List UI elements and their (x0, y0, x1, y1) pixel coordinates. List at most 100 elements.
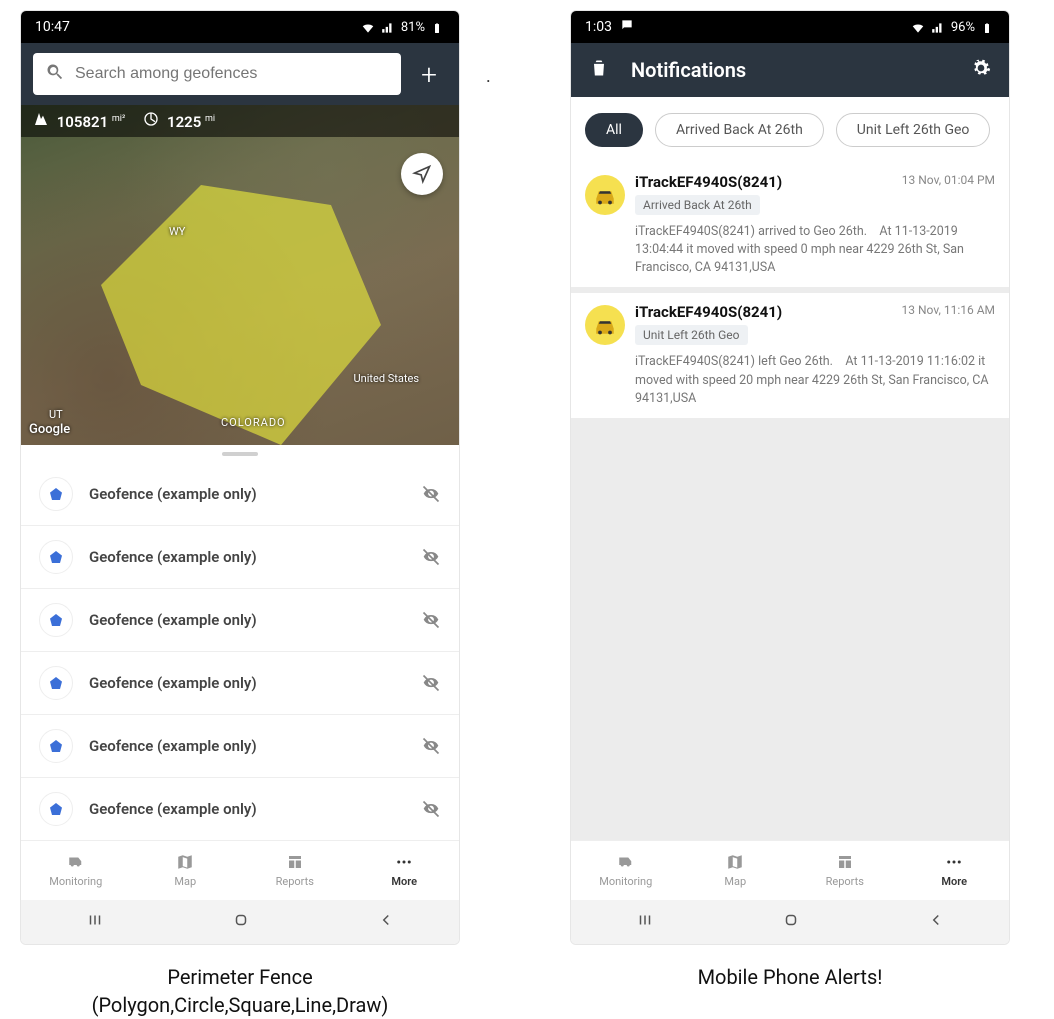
battery-text: 96% (951, 20, 975, 35)
notification-item[interactable]: iTrackEF4940S(8241) 13 Nov, 01:04 PM Arr… (571, 163, 1009, 287)
notification-body: iTrackEF4940S(8241) left Geo 26th. At 11… (585, 353, 995, 407)
home-button[interactable] (781, 911, 801, 933)
locate-me-button[interactable] (401, 153, 443, 195)
battery-icon (981, 21, 995, 33)
status-time: 1:03 (585, 19, 612, 35)
android-nav-bar (571, 900, 1009, 944)
nav-more[interactable]: More (900, 853, 1010, 888)
caption-left: Perimeter Fence (Polygon,Circle,Square,L… (20, 963, 460, 1019)
visibility-off-icon[interactable] (421, 673, 441, 693)
polygon-icon (39, 729, 73, 763)
geofence-row[interactable]: Geofence (example only) (21, 652, 459, 715)
status-right: 96% (911, 20, 995, 35)
status-bar: 1:03 96% (571, 11, 1009, 43)
map-label-ut: UT (49, 408, 63, 421)
nav-reports[interactable]: Reports (240, 853, 350, 888)
recent-apps-button[interactable] (634, 911, 656, 933)
map-label-us: United States (354, 372, 419, 385)
back-button[interactable] (376, 911, 396, 933)
nav-map[interactable]: Map (681, 853, 791, 888)
bottom-nav: Monitoring Map Reports More (571, 840, 1009, 900)
perimeter-icon (143, 111, 159, 127)
geofence-name: Geofence (example only) (89, 674, 405, 692)
polygon-icon (39, 666, 73, 700)
settings-button[interactable] (971, 58, 991, 82)
geofence-row[interactable]: Geofence (example only) (21, 526, 459, 589)
notification-list[interactable]: iTrackEF4940S(8241) 13 Nov, 01:04 PM Arr… (571, 163, 1009, 840)
phone-geofence: 10:47 81% + (20, 10, 460, 945)
geofence-name: Geofence (example only) (89, 800, 405, 818)
nav-more[interactable]: More (350, 853, 460, 888)
recent-apps-button[interactable] (84, 911, 106, 933)
geofence-row[interactable]: Geofence (example only) (21, 463, 459, 526)
notification-tag: Arrived Back At 26th (635, 195, 760, 215)
perimeter-stat: 1225 mi (143, 111, 215, 131)
notification-body: iTrackEF4940S(8241) arrived to Geo 26th.… (585, 223, 995, 277)
visibility-off-icon[interactable] (421, 799, 441, 819)
notification-tag: Unit Left 26th Geo (635, 325, 748, 345)
geofence-row[interactable]: Geofence (example only) (21, 589, 459, 652)
vehicle-icon (585, 305, 625, 345)
page-title: Notifications (631, 58, 949, 82)
search-icon (45, 62, 65, 86)
nav-reports[interactable]: Reports (790, 853, 900, 888)
map-icon (175, 853, 195, 871)
nav-map[interactable]: Map (131, 853, 241, 888)
more-icon (944, 853, 964, 871)
chip-arrived[interactable]: Arrived Back At 26th (655, 113, 824, 147)
filter-chips: All Arrived Back At 26th Unit Left 26th … (571, 97, 1009, 163)
chip-all[interactable]: All (585, 113, 643, 147)
decorative-dot: . (486, 66, 491, 87)
geofence-polygon[interactable] (81, 175, 401, 445)
delete-button[interactable] (589, 58, 609, 82)
polygon-icon (39, 792, 73, 826)
search-input[interactable] (75, 65, 389, 83)
android-nav-bar (21, 900, 459, 944)
van-icon (65, 853, 87, 871)
geofence-stats: 105821 mi² 1225 mi (21, 105, 459, 137)
geofence-name: Geofence (example only) (89, 485, 405, 503)
van-icon (615, 853, 637, 871)
add-geofence-button[interactable]: + (411, 56, 447, 92)
geofence-row[interactable]: Geofence (example only) (21, 715, 459, 778)
geofence-name: Geofence (example only) (89, 548, 405, 566)
back-button[interactable] (926, 911, 946, 933)
google-attribution: Google (29, 422, 70, 437)
visibility-off-icon[interactable] (421, 610, 441, 630)
caption-right: Mobile Phone Alerts! (570, 963, 1010, 1019)
visibility-off-icon[interactable] (421, 547, 441, 567)
geofence-row[interactable]: Geofence (example only) (21, 778, 459, 840)
signal-icon (381, 21, 395, 33)
nav-monitoring[interactable]: Monitoring (21, 853, 131, 888)
home-button[interactable] (231, 911, 251, 933)
notification-time: 13 Nov, 11:16 AM (902, 303, 995, 317)
notification-item[interactable]: iTrackEF4940S(8241) 13 Nov, 11:16 AM Uni… (571, 293, 1009, 417)
battery-icon (431, 21, 445, 33)
status-time: 10:47 (35, 19, 70, 35)
area-stat: 105821 mi² (33, 111, 125, 131)
signal-icon (931, 21, 945, 33)
polygon-icon (39, 477, 73, 511)
sheet-drag-handle[interactable] (21, 445, 459, 463)
map-area[interactable]: 105821 mi² 1225 mi WY UT COLORADO United… (21, 105, 459, 445)
notification-time: 13 Nov, 01:04 PM (902, 173, 995, 187)
top-bar: + (21, 43, 459, 105)
nav-monitoring[interactable]: Monitoring (571, 853, 681, 888)
area-icon (33, 111, 49, 127)
notification-title: iTrackEF4940S(8241) (635, 303, 782, 321)
search-box[interactable] (33, 53, 401, 95)
vehicle-icon (585, 175, 625, 215)
notification-title: iTrackEF4940S(8241) (635, 173, 782, 191)
wifi-icon (361, 21, 375, 33)
reports-icon (835, 853, 855, 871)
visibility-off-icon[interactable] (421, 484, 441, 504)
status-bar: 10:47 81% (21, 11, 459, 43)
wifi-icon (911, 21, 925, 33)
geofence-list[interactable]: Geofence (example only) Geofence (exampl… (21, 463, 459, 840)
status-left: 1:03 (585, 18, 634, 36)
map-label-wy: WY (169, 225, 185, 238)
chip-left[interactable]: Unit Left 26th Geo (836, 113, 991, 147)
visibility-off-icon[interactable] (421, 736, 441, 756)
phone-notifications: 1:03 96% Notifications All Arrived Back … (570, 10, 1010, 945)
bottom-nav: Monitoring Map Reports More (21, 840, 459, 900)
